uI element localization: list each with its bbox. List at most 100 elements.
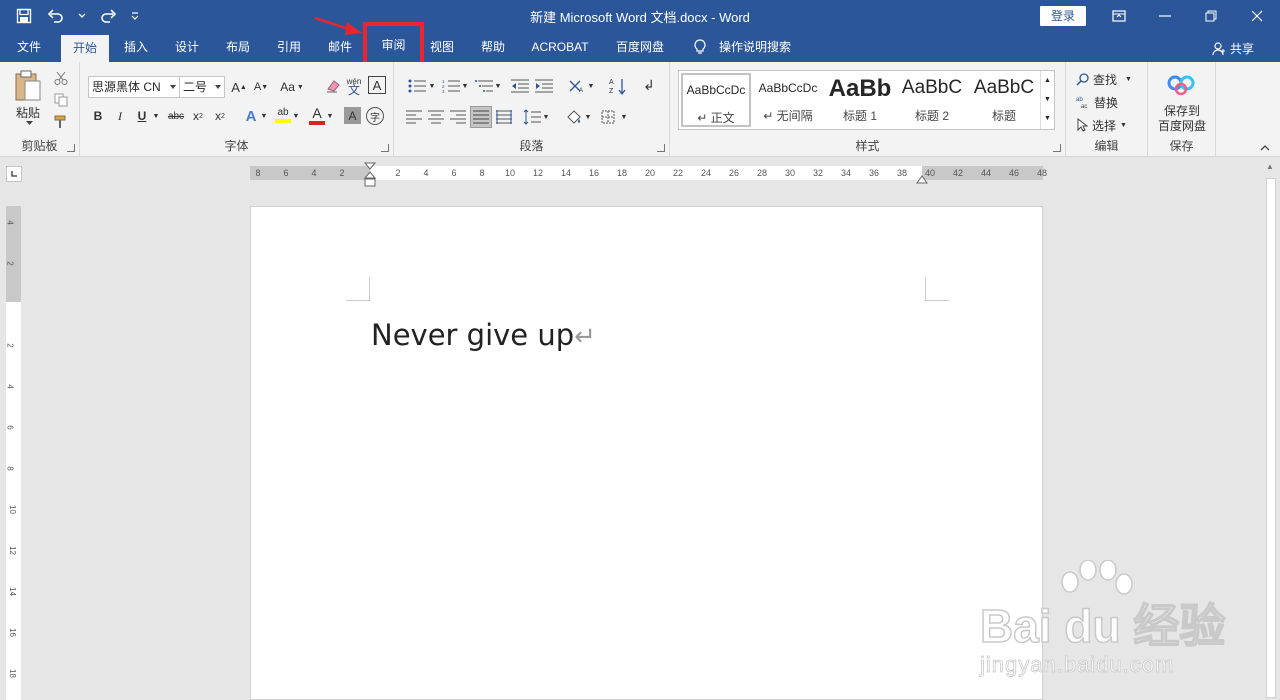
scrollbar-thumb[interactable] <box>1266 178 1276 698</box>
paste-icon[interactable] <box>8 68 48 104</box>
tell-me-search[interactable]: 操作说明搜索 <box>714 32 796 62</box>
tab-acrobat[interactable]: ACROBAT <box>524 32 596 62</box>
format-painter-icon[interactable] <box>52 114 70 130</box>
tab-view[interactable]: 视图 <box>420 32 464 62</box>
tab-help[interactable]: 帮助 <box>470 32 516 62</box>
style-normal[interactable]: AaBbCcDc ↵ 正文 <box>681 73 751 127</box>
justify-icon[interactable] <box>470 106 492 128</box>
enclose-characters-icon[interactable]: 字 <box>366 107 384 125</box>
horizontal-ruler[interactable]: 8 6 4 2 2 4 6 8 10 12 14 16 18 20 22 24 26 28 30 32 34 36 38 40… <box>250 162 1047 187</box>
font-launcher-icon[interactable] <box>381 144 389 152</box>
shading-dropdown-icon[interactable]: ▼ <box>584 112 592 122</box>
sort-icon[interactable]: AZ <box>608 75 628 97</box>
styles-scroll-up-icon[interactable]: ▲ <box>1041 71 1054 90</box>
tab-home[interactable]: 开始 <box>61 35 109 62</box>
document-body-text[interactable]: Never give up <box>371 318 574 352</box>
italic-icon[interactable]: I <box>112 106 128 126</box>
strikethrough-icon[interactable]: abc <box>166 106 186 126</box>
line-spacing-icon[interactable] <box>522 107 542 127</box>
underline-icon[interactable]: U <box>134 106 150 126</box>
numbering-dropdown-icon[interactable]: ▼ <box>461 81 469 91</box>
text-effects-dropdown-icon[interactable]: ▼ <box>260 110 268 122</box>
save-to-line1[interactable]: 保存到 <box>1152 103 1212 118</box>
font-color-dropdown-icon[interactable]: ▼ <box>326 110 334 122</box>
font-name-combo[interactable]: 思源黑体 CN <box>88 76 180 98</box>
change-case-icon[interactable]: Aa ▼ <box>278 77 306 97</box>
underline-dropdown-icon[interactable]: ▼ <box>152 110 160 122</box>
styles-more-icon[interactable]: ▼ <box>1041 109 1054 128</box>
multilevel-dropdown-icon[interactable]: ▼ <box>494 81 502 91</box>
align-center-icon[interactable] <box>426 107 446 127</box>
shrink-font-icon[interactable]: A ▼ <box>252 77 270 97</box>
vertical-scrollbar[interactable]: ▲ <box>1262 158 1280 700</box>
document-page[interactable]: Never give up↵ <box>250 206 1043 700</box>
styles-launcher-icon[interactable] <box>1053 144 1061 152</box>
baidu-netdisk-icon[interactable] <box>1166 72 1196 98</box>
paste-label[interactable]: 粘贴 <box>8 104 48 120</box>
indent-marker-icon[interactable] <box>364 162 376 190</box>
styles-scroll[interactable]: ▲ ▼ ▼ <box>1040 71 1054 129</box>
share-button[interactable]: 共享 <box>1212 40 1254 57</box>
bullets-icon[interactable] <box>406 76 428 96</box>
tab-design[interactable]: 设计 <box>164 32 210 62</box>
vertical-ruler[interactable]: 4 2 2 4 6 8 10 12 14 16 18 <box>6 206 21 700</box>
scroll-up-icon[interactable]: ▲ <box>1266 162 1274 171</box>
grow-font-icon[interactable]: A ▲ <box>230 77 248 97</box>
numbering-icon[interactable]: 123 <box>440 76 462 96</box>
copy-icon[interactable] <box>52 92 70 108</box>
tab-references[interactable]: 引用 <box>266 32 312 62</box>
chinese-layout-icon[interactable]: A <box>566 76 588 96</box>
tab-selector-icon[interactable] <box>6 166 22 182</box>
style-no-spacing[interactable]: AaBbCcDc ↵ 无间隔 <box>753 73 823 127</box>
distributed-icon[interactable] <box>494 107 514 127</box>
shading-icon[interactable] <box>564 107 584 127</box>
character-border-icon[interactable]: A <box>368 76 386 94</box>
login-button[interactable]: 登录 <box>1040 6 1086 26</box>
subscript-icon[interactable]: x2 <box>190 106 206 126</box>
phonetic-guide-icon[interactable]: wén 文 <box>344 74 364 98</box>
borders-icon[interactable] <box>598 107 618 127</box>
styles-scroll-down-icon[interactable]: ▼ <box>1041 90 1054 109</box>
tab-file[interactable]: 文件 <box>4 32 54 62</box>
select-button[interactable]: 选择 ▼ <box>1076 116 1127 134</box>
align-left-icon[interactable] <box>404 107 424 127</box>
clipboard-launcher-icon[interactable] <box>67 144 75 152</box>
font-size-combo[interactable]: 二号 <box>179 76 225 98</box>
style-heading-2[interactable]: AaBbC 标题 2 <box>897 73 967 127</box>
collapse-ribbon-icon[interactable] <box>1258 142 1272 154</box>
bold-icon[interactable]: B <box>90 106 106 126</box>
ribbon-display-options-icon[interactable] <box>1096 0 1142 32</box>
right-indent-marker-icon[interactable] <box>916 174 928 184</box>
lightbulb-icon[interactable] <box>688 32 712 62</box>
paste-dropdown-icon[interactable] <box>24 119 34 127</box>
chinese-layout-dropdown-icon[interactable]: ▼ <box>587 81 595 91</box>
style-title[interactable]: AaBbC 标题 <box>969 73 1039 127</box>
paragraph-launcher-icon[interactable] <box>657 144 665 152</box>
highlight-dropdown-icon[interactable]: ▼ <box>292 110 300 122</box>
character-shading-icon[interactable]: A <box>344 107 361 124</box>
show-hide-marks-icon[interactable]: ↲ <box>640 75 658 95</box>
restore-icon[interactable] <box>1188 0 1234 32</box>
document-text[interactable]: Never give up↵ <box>371 318 596 352</box>
cut-icon[interactable] <box>52 70 70 86</box>
save-to-line2[interactable]: 百度网盘 <box>1152 118 1212 133</box>
superscript-icon[interactable]: x2 <box>212 106 228 126</box>
minimize-icon[interactable] <box>1142 0 1188 32</box>
bullets-dropdown-icon[interactable]: ▼ <box>428 81 436 91</box>
highlight-icon[interactable]: ab <box>274 104 292 126</box>
tab-baidu-netdisk[interactable]: 百度网盘 <box>606 32 674 62</box>
style-heading-1[interactable]: AaBb 标题 1 <box>825 73 895 127</box>
font-color-icon[interactable]: A <box>308 104 326 126</box>
replace-button[interactable]: ab ac 替换 <box>1076 93 1118 111</box>
align-right-icon[interactable] <box>448 107 468 127</box>
line-spacing-dropdown-icon[interactable]: ▼ <box>542 112 550 122</box>
decrease-indent-icon[interactable] <box>510 76 530 96</box>
borders-dropdown-icon[interactable]: ▼ <box>620 112 628 122</box>
find-button[interactable]: 查找 ▼ <box>1076 70 1132 88</box>
close-icon[interactable] <box>1234 0 1280 32</box>
tab-layout[interactable]: 布局 <box>215 32 261 62</box>
increase-indent-icon[interactable] <box>534 76 554 96</box>
clear-formatting-icon[interactable] <box>324 76 342 96</box>
multilevel-list-icon[interactable] <box>473 76 495 96</box>
tab-insert[interactable]: 插入 <box>113 32 159 62</box>
